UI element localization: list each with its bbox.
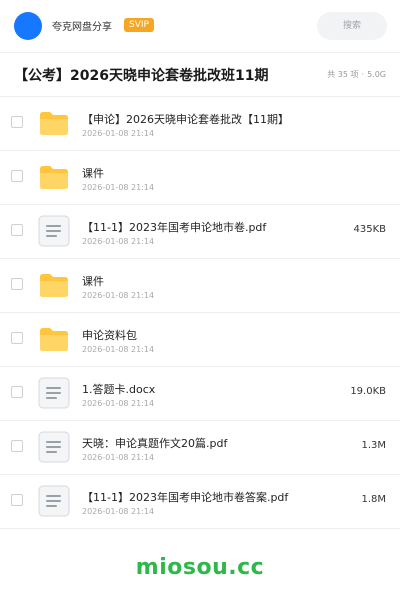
folder-icon (38, 161, 70, 193)
row-checkbox[interactable] (11, 332, 23, 344)
avatar[interactable] (14, 12, 42, 40)
document-icon (38, 215, 70, 247)
row-checkbox[interactable] (11, 224, 23, 236)
meta-separator: · (361, 70, 365, 79)
file-date: 2026-01-08 21:14 (82, 399, 155, 408)
file-date: 2026-01-08 21:14 (82, 291, 155, 300)
file-list: 【申论】2026天晓申论套卷批改【11期】 2026-01-08 21:14 课件 2… (0, 97, 400, 529)
row-checkbox[interactable] (11, 386, 23, 398)
folder-icon (38, 269, 70, 301)
row-checkbox[interactable] (11, 278, 23, 290)
file-name: 申论资料包 (82, 329, 137, 342)
row-checkbox[interactable] (11, 170, 23, 182)
folder-icon (38, 323, 70, 355)
file-date: 2026-01-08 21:14 (82, 345, 155, 354)
file-row[interactable]: 【11-1】2023年国考申论地市卷答案.pdf 2026-01-08 21:14… (0, 475, 400, 529)
file-name: 课件 (82, 167, 104, 180)
folder-header: 【公考】2026天晓申论套卷批改班11期 共 35 项 · 5.0G (0, 53, 400, 97)
file-row[interactable]: 【11-1】2023年国考申论地市卷.pdf 2026-01-08 21:14 43… (0, 205, 400, 259)
file-size: 435KB (353, 224, 386, 235)
file-row[interactable]: 天晓：申论真题作文20篇.pdf 2026-01-08 21:14 1.3M (0, 421, 400, 475)
document-icon (38, 431, 70, 463)
file-name: 【11-1】2023年国考申论地市卷.pdf (82, 221, 267, 234)
search-input[interactable]: 搜索 (317, 12, 387, 40)
row-checkbox[interactable] (11, 494, 23, 506)
file-size: 19.0KB (350, 386, 386, 397)
file-date: 2026-01-08 21:14 (82, 129, 155, 138)
file-row[interactable]: 课件 2026-01-08 21:14 (0, 259, 400, 313)
file-name: 【11-1】2023年国考申论地市卷答案.pdf (82, 491, 289, 504)
top-bar: 夸克网盘分享 SVIP 搜索 (0, 0, 400, 52)
svip-badge: SVIP (124, 18, 154, 32)
brand-label: 夸克网盘分享 (52, 22, 112, 33)
file-row[interactable]: 【申论】2026天晓申论套卷批改【11期】 2026-01-08 21:14 (0, 97, 400, 151)
file-date: 2026-01-08 21:14 (82, 453, 155, 462)
document-icon (38, 377, 70, 409)
file-name: 天晓：申论真题作文20篇.pdf (82, 437, 228, 450)
folder-icon (38, 107, 70, 139)
file-date: 2026-01-08 21:14 (82, 237, 155, 246)
watermark-text: miosou.cc (135, 555, 265, 580)
row-checkbox[interactable] (11, 440, 23, 452)
row-checkbox[interactable] (11, 116, 23, 128)
file-date: 2026-01-08 21:14 (82, 507, 155, 516)
file-name: 课件 (82, 275, 104, 288)
page-title: 【公考】2026天晓申论套卷批改班11期 (14, 68, 269, 84)
file-row[interactable]: 1.答题卡.docx 2026-01-08 21:14 19.0KB (0, 367, 400, 421)
file-date: 2026-01-08 21:14 (82, 183, 155, 192)
file-size: 1.3M (361, 440, 386, 451)
file-name: 【申论】2026天晓申论套卷批改【11期】 (82, 113, 289, 126)
file-name: 1.答题卡.docx (82, 383, 156, 396)
document-icon (38, 485, 70, 517)
total-size: 5.0G (367, 70, 386, 79)
file-row[interactable]: 申论资料包 2026-01-08 21:14 (0, 313, 400, 367)
file-size: 1.8M (361, 494, 386, 505)
folder-meta: 共 35 项 · 5.0G (327, 69, 386, 80)
file-row[interactable]: 课件 2026-01-08 21:14 (0, 151, 400, 205)
item-count: 共 35 项 (327, 70, 359, 79)
